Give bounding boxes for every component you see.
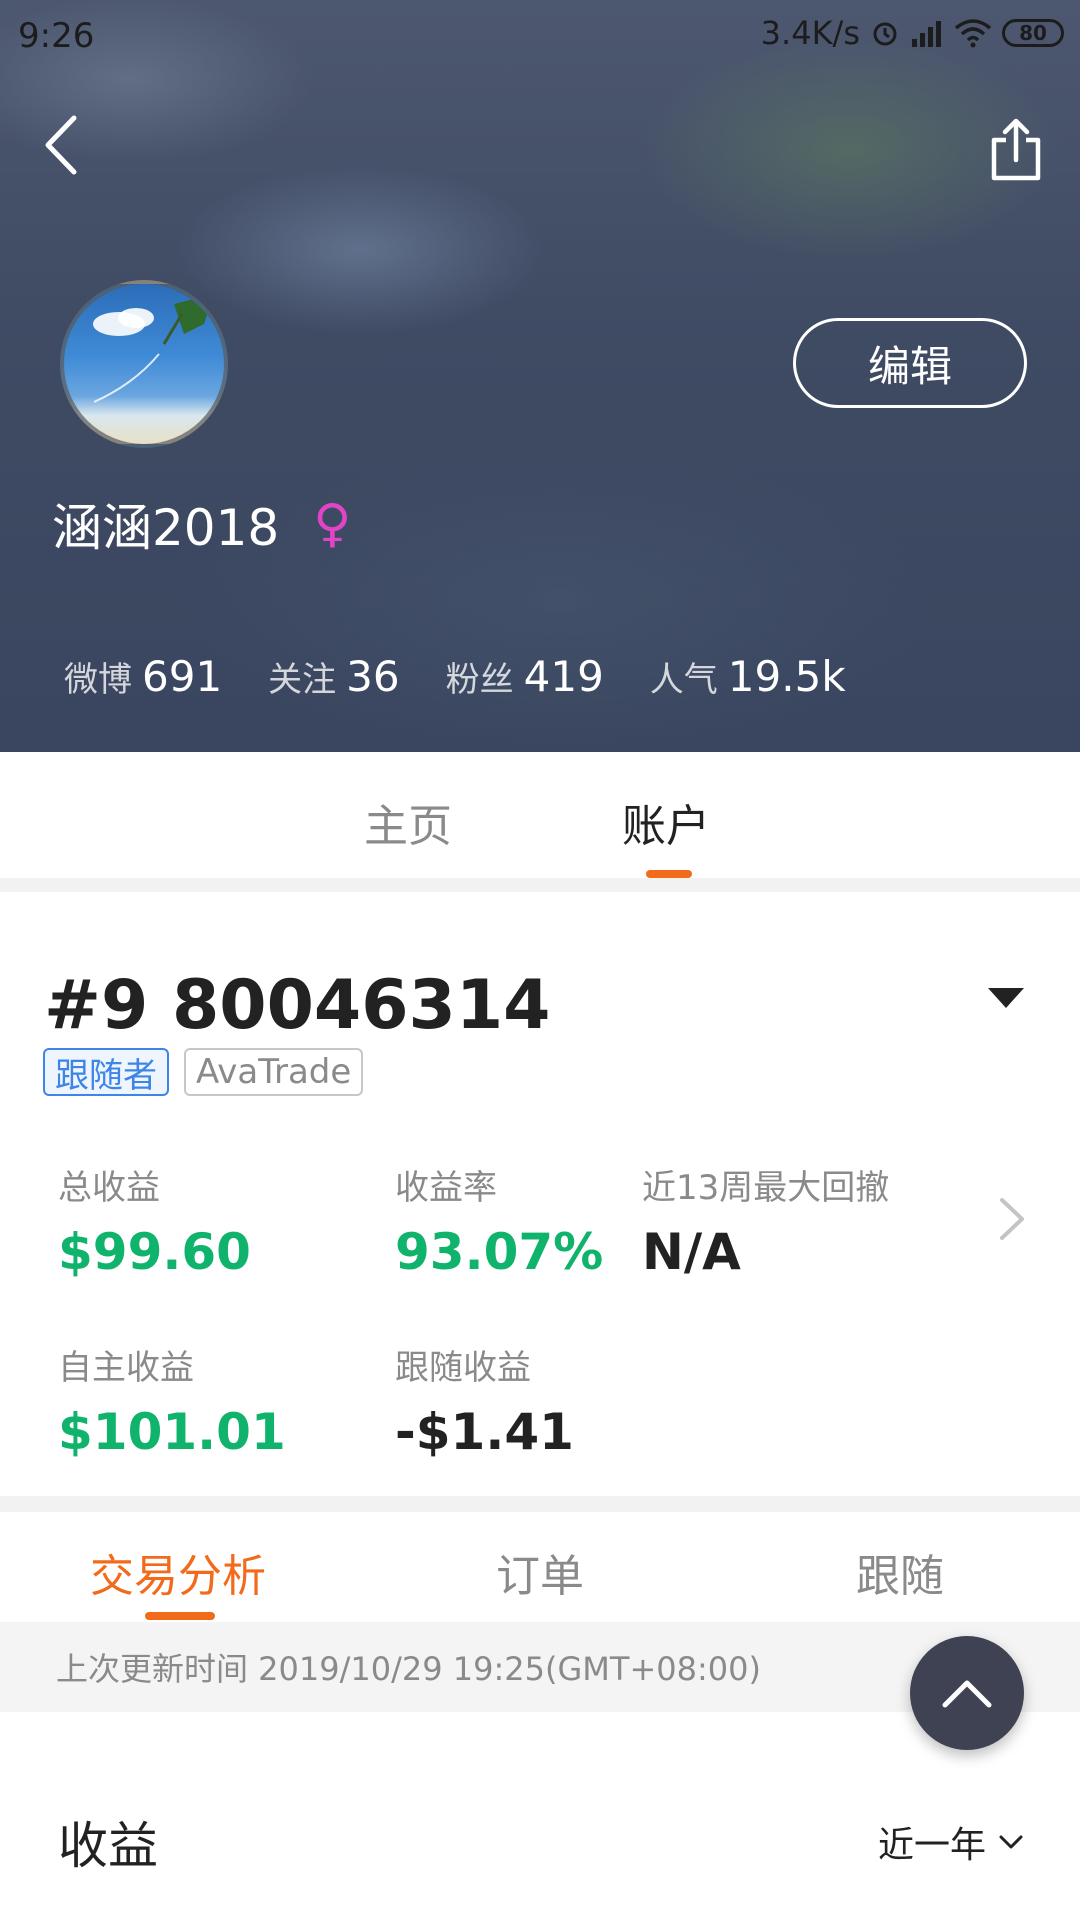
- stat-label: 微博: [64, 660, 132, 700]
- tab-indicator: [646, 870, 692, 878]
- chevron-right-icon: [1000, 1198, 1024, 1240]
- stat-label: 关注: [268, 660, 337, 700]
- period-selector[interactable]: 近一年: [878, 1816, 1024, 1868]
- avatar[interactable]: [60, 280, 228, 448]
- profile-header: 9:26 3.4K/s 80 编辑 涵涵2018 ♀ 微博 691 关注 36 …: [0, 0, 1080, 752]
- scroll-top-button[interactable]: [910, 1636, 1024, 1750]
- metric-value: $101.01: [58, 1403, 286, 1461]
- signal-icon: [912, 21, 941, 47]
- status-bar: 9:26 3.4K/s 80: [0, 0, 1080, 74]
- tab-home[interactable]: 主页: [364, 790, 452, 854]
- metric-total-profit: 总收益 $99.60: [58, 1160, 251, 1281]
- network-speed: 3.4K/s: [760, 14, 860, 52]
- divider: [0, 1496, 1080, 1512]
- profit-section-title: 收益: [58, 1817, 158, 1875]
- stat-following[interactable]: 关注 36: [268, 652, 399, 701]
- battery-level: 80: [1019, 21, 1047, 45]
- sub-tab-indicator: [145, 1612, 215, 1620]
- stat-value: 691: [142, 652, 223, 701]
- metric-label: 跟随收益: [395, 1348, 531, 1388]
- period-label: 近一年: [877, 1825, 986, 1866]
- battery-icon: 80: [1002, 19, 1064, 47]
- tab-follow[interactable]: 跟随: [856, 1540, 944, 1604]
- username: 涵涵2018: [52, 499, 280, 557]
- stat-popularity: 人气 19.5k: [650, 652, 846, 701]
- metric-value: N/A: [642, 1223, 741, 1281]
- tab-orders[interactable]: 订单: [496, 1540, 584, 1604]
- share-icon: [991, 118, 1041, 181]
- tab-account[interactable]: 账户: [622, 790, 710, 854]
- tab-trade-analysis[interactable]: 交易分析: [90, 1540, 266, 1604]
- metric-value: $99.60: [58, 1223, 251, 1281]
- follower-tag: 跟随者: [43, 1048, 169, 1096]
- broker-tag: AvaTrade: [184, 1048, 364, 1096]
- metric-label: 总收益: [58, 1168, 160, 1208]
- metric-return-rate: 收益率 93.07%: [395, 1160, 603, 1281]
- chevron-left-icon: [45, 115, 77, 175]
- stat-value: 36: [346, 652, 400, 701]
- metric-label: 收益率: [395, 1168, 497, 1208]
- metrics-detail-button[interactable]: [994, 1194, 1028, 1244]
- avatar-image: [93, 294, 214, 403]
- female-icon: ♀: [313, 494, 352, 554]
- account-id: #9 80046314: [44, 966, 551, 1045]
- stat-weibo[interactable]: 微博 691: [64, 652, 222, 701]
- account-dropdown-icon[interactable]: [988, 988, 1024, 1008]
- metric-value: -$1.41: [395, 1403, 574, 1461]
- alarm-icon: [873, 22, 897, 46]
- profile-tabs: 主页 账户: [0, 752, 1080, 878]
- status-icons: 3.4K/s 80: [761, 14, 1064, 52]
- status-time: 9:26: [18, 16, 95, 56]
- stat-value: 19.5k: [727, 652, 846, 701]
- stat-value: 419: [523, 652, 604, 701]
- username-row: 涵涵2018 ♀: [52, 488, 351, 560]
- metric-label: 近13周最大回撤: [642, 1168, 890, 1208]
- divider: [0, 878, 1080, 892]
- chevron-up-icon: [942, 1680, 992, 1708]
- metric-label: 自主收益: [58, 1348, 194, 1388]
- stat-label: 人气: [649, 660, 718, 700]
- chevron-down-icon: [999, 1835, 1023, 1849]
- metric-follow-profit: 跟随收益 -$1.41: [395, 1340, 574, 1461]
- share-button[interactable]: [986, 116, 1046, 182]
- metric-self-profit: 自主收益 $101.01: [58, 1340, 286, 1461]
- metric-value: 93.07%: [395, 1223, 604, 1281]
- profile-stats: 微博 691 关注 36 粉丝 419 人气 19.5k: [64, 652, 892, 701]
- last-update-text: 上次更新时间 2019/10/29 19:25(GMT+08:00): [56, 1650, 761, 1688]
- stat-label: 粉丝: [445, 660, 514, 700]
- back-button[interactable]: [34, 110, 94, 180]
- wifi-icon: [954, 19, 992, 48]
- stat-followers[interactable]: 粉丝 419: [446, 652, 604, 701]
- metric-max-drawdown[interactable]: 近13周最大回撤 N/A: [642, 1160, 889, 1281]
- edit-profile-button[interactable]: 编辑: [793, 318, 1027, 408]
